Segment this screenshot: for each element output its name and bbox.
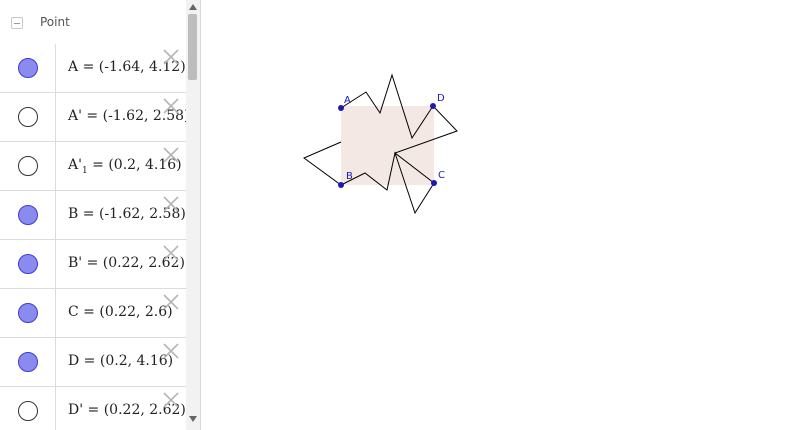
object-subscript: 1 [81,165,88,176]
close-icon[interactable] [161,292,181,312]
point-b[interactable] [338,182,344,188]
triangle-up-icon[interactable] [189,4,197,10]
visibility-toggle[interactable] [0,93,56,141]
visibility-marble[interactable] [18,352,38,372]
minus-icon[interactable] [11,17,23,29]
graphics-canvas[interactable]: A D B C [207,0,800,430]
algebra-row-c[interactable]: C = (0.22, 2.6) [0,289,186,338]
object-name: D' [68,402,84,418]
object-name: B [68,206,79,222]
close-icon[interactable] [161,194,181,214]
algebra-row-b[interactable]: B = (-1.62, 2.58) [0,191,186,240]
point-label-b: B [346,171,353,182]
close-icon[interactable] [161,47,181,67]
group-header: Point [0,0,186,45]
visibility-toggle[interactable] [0,44,56,92]
visibility-toggle[interactable] [0,142,56,190]
algebra-row-d-prime[interactable]: D' = (0.22, 2.62) [0,387,186,430]
visibility-toggle[interactable] [0,240,56,288]
point-label-a: A [344,95,351,106]
close-icon[interactable] [161,96,181,116]
object-definition[interactable]: D = (0.2, 4.16) [68,353,173,369]
visibility-toggle[interactable] [0,191,56,239]
point-label-c: C [438,170,445,181]
algebra-row-d[interactable]: D = (0.2, 4.16) [0,338,186,387]
object-name: A' [68,157,82,173]
visibility-marble[interactable] [18,156,38,176]
close-icon[interactable] [161,145,181,165]
algebra-row-a-prime[interactable]: A' = (-1.62, 2.58) [0,93,190,142]
visibility-marble[interactable] [18,205,38,225]
point-d[interactable] [430,103,436,109]
visibility-marble[interactable] [18,107,38,127]
object-name: B' [68,255,83,271]
algebra-row-b-prime[interactable]: B' = (0.22, 2.62) [0,240,186,289]
point-label-d: D [437,93,445,104]
visibility-toggle[interactable] [0,289,56,337]
algebra-row-a-prime-1[interactable]: A'1 = (0.2, 4.16) [0,142,186,191]
scrollbar-thumb[interactable] [188,14,197,80]
triangle-down-icon[interactable] [189,416,197,422]
close-icon[interactable] [161,390,181,410]
visibility-marble[interactable] [18,254,38,274]
visibility-marble[interactable] [18,58,38,78]
object-name: D [68,353,80,369]
visibility-toggle[interactable] [0,387,56,430]
close-icon[interactable] [161,341,181,361]
object-name: C [68,304,79,320]
visibility-toggle[interactable] [0,338,56,386]
object-name: A' [68,108,82,124]
visibility-marble[interactable] [18,303,38,323]
object-definition[interactable]: C = (0.22, 2.6) [68,304,173,320]
group-label: Point [40,15,70,29]
object-name: A [68,59,79,75]
polygon-fill[interactable] [341,106,434,185]
point-c[interactable] [431,180,437,186]
close-icon[interactable] [161,243,181,263]
algebra-scrollbar[interactable] [186,0,200,430]
algebra-row-a[interactable]: A = (-1.64, 4.12) [0,44,186,93]
graphics-view[interactable]: A D B C [207,0,800,430]
algebra-view: Point A = (-1.64, 4.12) A' = (-1.62, 2.5… [0,0,201,430]
visibility-marble[interactable] [18,401,38,421]
